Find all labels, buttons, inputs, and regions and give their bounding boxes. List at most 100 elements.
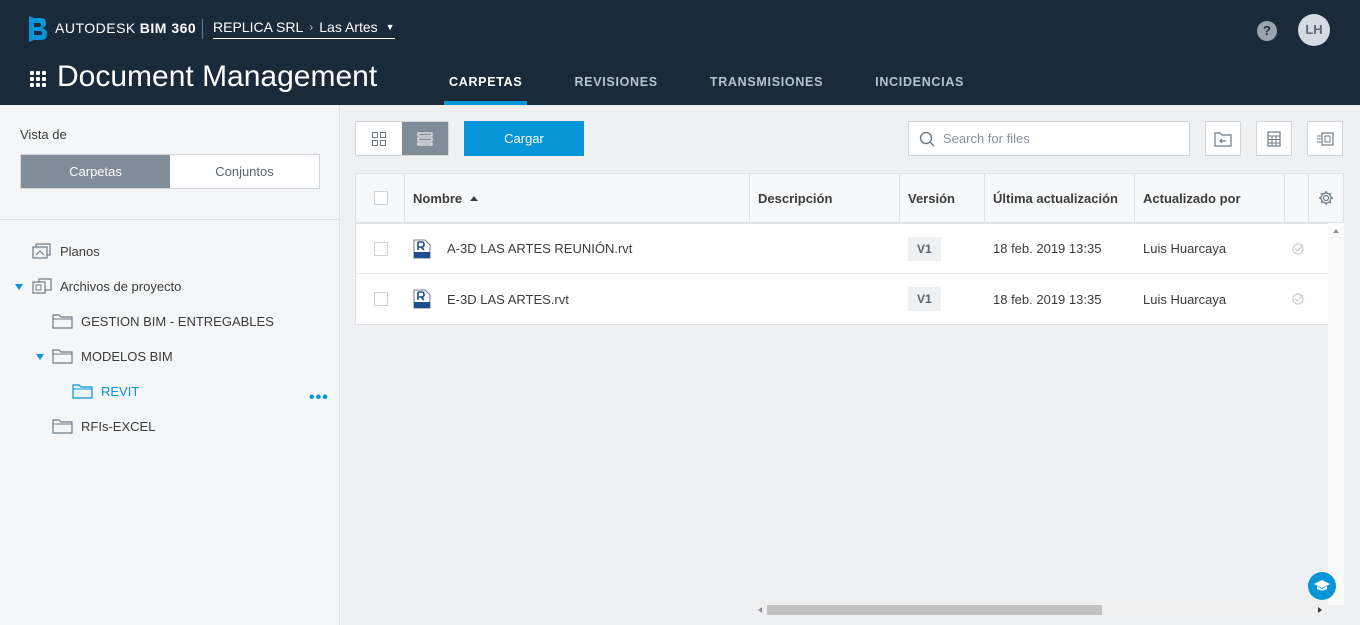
row-select-cell (356, 224, 405, 273)
tree-item-planos[interactable]: Planos (32, 241, 100, 261)
tab-revisiones[interactable]: REVISIONES (574, 62, 657, 105)
select-all-checkbox[interactable] (374, 191, 388, 205)
file-updated-cell: 18 feb. 2019 13:35 (985, 274, 1135, 324)
tab-transmisiones[interactable]: TRANSMISIONES (710, 62, 823, 105)
tab-incidencias[interactable]: INCIDENCIAS (875, 62, 964, 105)
file-version-cell: V1 (900, 224, 985, 273)
project-selector[interactable]: REPLICA SRL › Las Artes ▼ (213, 19, 395, 39)
tab-carpetas[interactable]: CARPETAS (443, 62, 528, 105)
row-checkbox[interactable] (374, 292, 388, 306)
scroll-left-arrow-icon[interactable] (755, 603, 765, 617)
search-box[interactable] (908, 121, 1190, 156)
view-mode-toggle: Carpetas Conjuntos (20, 154, 320, 189)
help-icon[interactable]: ? (1257, 21, 1277, 41)
brand-bim360: BIM 360 (139, 20, 197, 36)
list-view-button[interactable] (402, 122, 448, 155)
column-settings-cell (1309, 174, 1343, 222)
folder-move-icon (1214, 131, 1232, 147)
upload-button[interactable]: Cargar (464, 121, 584, 156)
file-name[interactable]: E-3D LAS ARTES.rvt (447, 292, 569, 307)
updated-by: Luis Huarcaya (1143, 291, 1227, 307)
scroll-right-arrow-icon[interactable] (1315, 603, 1325, 617)
column-label: Última actualización (993, 190, 1118, 206)
folder-icon (52, 419, 73, 434)
version-badge[interactable]: V1 (908, 287, 941, 311)
list-view-icon (417, 132, 433, 145)
move-to-folder-button[interactable] (1205, 121, 1241, 156)
horizontal-scroll-thumb[interactable] (767, 605, 1102, 615)
file-version-cell: V1 (900, 274, 985, 324)
last-updated: 18 feb. 2019 13:35 (993, 241, 1102, 256)
column-header-updated-by[interactable]: Actualizado por (1135, 174, 1285, 222)
app-title: Document Management (57, 60, 378, 93)
column-header-extra[interactable] (1285, 174, 1309, 222)
search-input[interactable] (943, 131, 1173, 146)
gear-icon[interactable] (1318, 190, 1334, 206)
tree-item-revit[interactable]: REVIT (72, 381, 139, 401)
vertical-scrollbar[interactable] (1328, 223, 1344, 605)
sort-ascending-icon[interactable] (470, 195, 479, 201)
scroll-up-arrow-icon[interactable] (1328, 226, 1344, 236)
project-name[interactable]: Las Artes (319, 19, 377, 35)
top-header: AUTODESK BIM 360 REPLICA SRL › Las Artes … (0, 0, 1360, 105)
column-header-description[interactable]: Descripción (750, 174, 900, 222)
apps-grid-icon[interactable] (30, 71, 46, 87)
column-header-last-updated[interactable]: Última actualización (985, 174, 1135, 222)
user-avatar[interactable]: LH (1298, 14, 1330, 46)
row-status-cell (1285, 224, 1319, 273)
spreadsheet-button[interactable] (1256, 121, 1292, 156)
view-label: Vista de (20, 127, 67, 142)
toggle-conjuntos[interactable]: Conjuntos (170, 155, 319, 188)
file-updated-cell: 18 feb. 2019 13:35 (985, 224, 1135, 273)
file-name-cell[interactable]: A-3D LAS ARTES REUNIÓN.rvt (405, 224, 750, 273)
tree-item-modelos-bim[interactable]: MODELOS BIM (52, 346, 173, 366)
folder-icon (72, 384, 93, 399)
brand-divider (202, 19, 203, 39)
revit-file-icon (413, 239, 431, 258)
tree-item-label: GESTION BIM - ENTREGABLES (81, 313, 274, 329)
horizontal-scrollbar[interactable] (755, 603, 1327, 617)
bim360-logo-icon[interactable] (29, 16, 47, 42)
tree-item-label: MODELOS BIM (81, 348, 173, 364)
grid-view-icon (372, 131, 386, 146)
file-name-cell[interactable]: E-3D LAS ARTES.rvt (405, 274, 750, 324)
module-tabs: CARPETAS REVISIONES TRANSMISIONES INCIDE… (443, 62, 1016, 105)
publish-status-icon[interactable] (1291, 292, 1305, 306)
file-name[interactable]: A-3D LAS ARTES REUNIÓN.rvt (447, 241, 632, 256)
file-description-cell (750, 274, 900, 324)
tree-item-label: RFIs-EXCEL (81, 418, 156, 434)
tree-item-rfis-excel[interactable]: RFIs-EXCEL (52, 416, 155, 436)
last-updated: 18 feb. 2019 13:35 (993, 291, 1102, 307)
grid-view-button[interactable] (356, 122, 402, 155)
file-updated-by-cell: Luis Huarcaya (1135, 224, 1285, 273)
learning-button[interactable] (1308, 572, 1336, 600)
plans-icon (32, 243, 51, 259)
tree-item-label: Archivos de proyecto (60, 278, 182, 294)
column-header-version[interactable]: Versión (900, 174, 985, 222)
column-label: Nombre (413, 190, 463, 206)
expand-caret-icon[interactable] (36, 354, 44, 360)
sidebar-divider (0, 219, 340, 220)
file-description-cell (750, 224, 900, 273)
tree-item-gestion-bim[interactable]: GESTION BIM - ENTREGABLES (52, 311, 274, 331)
row-checkbox[interactable] (374, 241, 388, 256)
select-all-cell (356, 174, 405, 222)
table-row[interactable]: E-3D LAS ARTES.rvt V1 18 feb. 2019 13:35… (356, 274, 1343, 324)
caret-down-icon[interactable]: ▼ (386, 22, 395, 32)
export-button[interactable] (1307, 121, 1343, 156)
graduation-cap-icon (1314, 580, 1330, 591)
version-badge[interactable]: V1 (908, 236, 941, 261)
tree-item-archivos-de-proyecto[interactable]: Archivos de proyecto (32, 276, 181, 296)
more-options-icon[interactable]: ••• (309, 389, 329, 407)
publish-status-icon[interactable] (1291, 242, 1305, 256)
table-header: Nombre Descripción Versión Última actual… (356, 174, 1343, 224)
expand-caret-icon[interactable] (15, 284, 23, 290)
layout-toggle (355, 121, 449, 156)
account-name[interactable]: REPLICA SRL (213, 19, 303, 35)
table-row[interactable]: A-3D LAS ARTES REUNIÓN.rvt V1 18 feb. 20… (356, 224, 1343, 274)
folder-icon (52, 349, 73, 364)
column-header-name[interactable]: Nombre (405, 174, 750, 222)
file-updated-by-cell: Luis Huarcaya (1135, 274, 1285, 324)
column-label: Descripción (758, 190, 833, 206)
toggle-carpetas[interactable]: Carpetas (21, 155, 170, 188)
